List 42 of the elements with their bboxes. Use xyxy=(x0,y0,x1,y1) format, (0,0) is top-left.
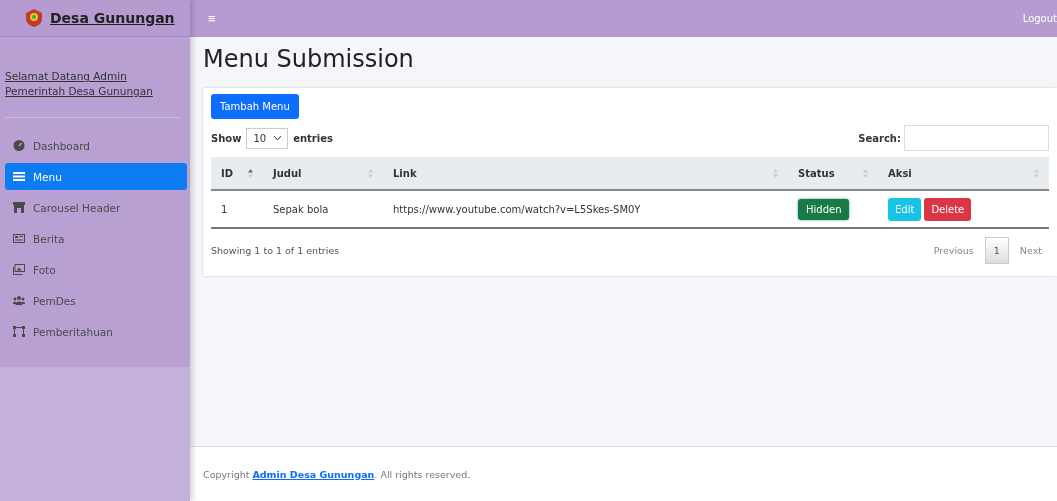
page-title: Menu Submission xyxy=(203,45,415,73)
sidebar-item[interactable]: PemDes xyxy=(5,287,187,314)
pagination-link[interactable]: Previous xyxy=(926,237,981,264)
menu-toggle[interactable]: ≡ xyxy=(208,11,216,26)
page-button[interactable]: 1 xyxy=(984,237,1009,264)
archway-icon xyxy=(13,202,25,213)
gauge-icon xyxy=(13,140,25,151)
sidebar-item[interactable]: Dashboard xyxy=(5,132,187,159)
users-icon xyxy=(13,295,25,306)
search-label: Search: xyxy=(858,132,901,144)
sidebar-item[interactable]: Berita xyxy=(5,225,187,252)
entries-select[interactable]: 10 xyxy=(246,127,289,149)
column-header[interactable]: Aksi xyxy=(888,167,912,179)
sidebar-item[interactable]: Pemberitahuan xyxy=(5,318,187,345)
column-header[interactable]: Link xyxy=(393,167,417,179)
pagination-link[interactable]: Next xyxy=(1012,237,1049,264)
emblem-icon xyxy=(26,9,42,27)
search-field[interactable] xyxy=(904,125,1049,151)
sidebar-item[interactable]: Foto xyxy=(5,256,187,283)
table-cell: https://www.youtube.com/watch?v=L5Skes-SM0Y xyxy=(393,203,641,215)
copyright-text: Copyright Admin Desa Gunungan. All rights reserved. xyxy=(203,468,471,480)
newspaper-icon xyxy=(13,233,25,244)
sort-icon[interactable] xyxy=(248,168,253,178)
caret-icon xyxy=(274,135,282,141)
table-info: Showing 1 to 1 of 1 entries xyxy=(211,245,340,256)
welcome-link[interactable]: Selamat Datang Admin Pemerintah Desa Gunungan xyxy=(5,69,180,118)
delete-button[interactable]: Delete xyxy=(924,197,972,221)
menu-icon xyxy=(13,171,25,182)
status-badge[interactable]: Hidden xyxy=(798,198,850,220)
show-label: Show xyxy=(211,132,242,144)
column-header[interactable]: Status xyxy=(798,167,835,179)
column-header[interactable]: ID xyxy=(221,167,234,179)
photo-icon xyxy=(13,264,25,275)
add-button[interactable]: Tambah Menu xyxy=(211,94,299,119)
column-header[interactable]: Judul xyxy=(273,167,302,179)
table-cell: 1 xyxy=(221,203,228,215)
table-cell: Sepak bola xyxy=(273,203,329,215)
logout-link[interactable]: Logout xyxy=(1022,13,1057,24)
entries-label: entries xyxy=(293,132,333,144)
network-icon xyxy=(13,326,25,337)
sidebar-item[interactable]: Carousel Header xyxy=(5,194,187,221)
sidebar-item[interactable]: Menu xyxy=(5,163,187,190)
